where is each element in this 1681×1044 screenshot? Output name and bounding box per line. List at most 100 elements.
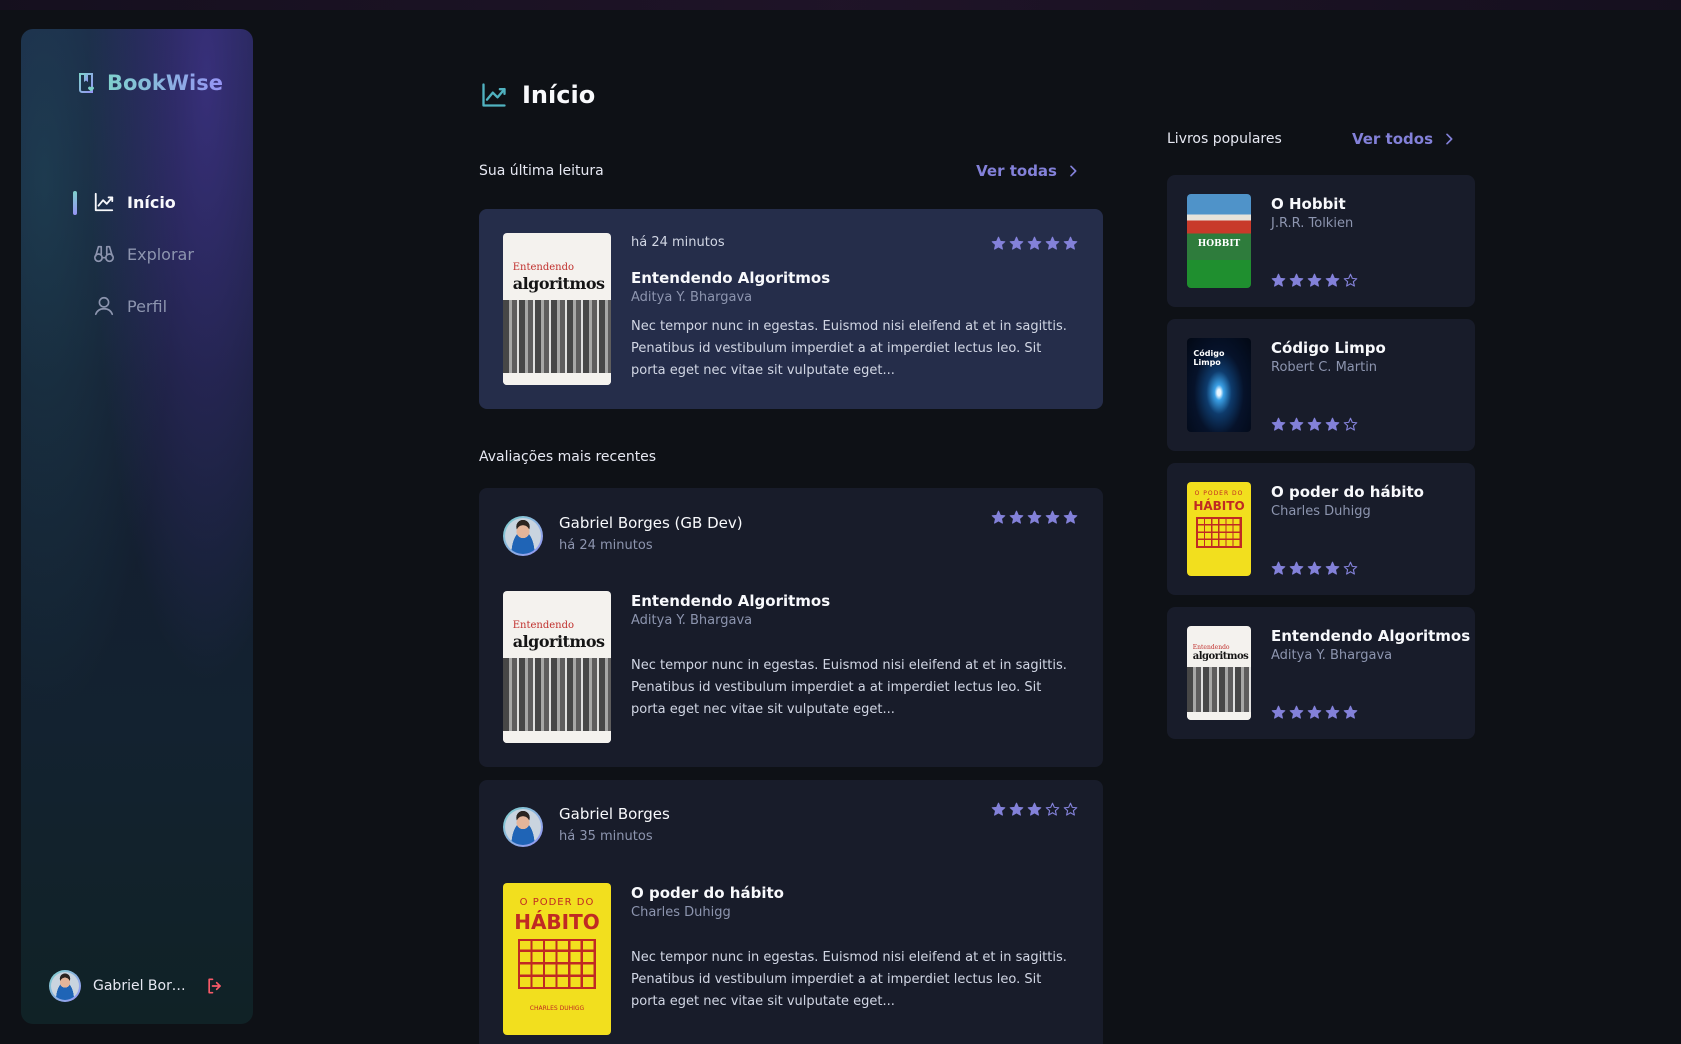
star-empty-icon <box>1045 802 1060 816</box>
popular-book-card[interactable]: HOBBIT O Hobbit J.R.R. Tolkien <box>1167 175 1475 307</box>
star-filled-icon <box>1325 273 1340 287</box>
book-author: J.R.R. Tolkien <box>1271 216 1354 231</box>
star-empty-icon <box>1343 273 1358 287</box>
logo[interactable]: BookWise <box>75 71 223 95</box>
book-cover[interactable]: Entendendo algoritmos <box>503 591 611 743</box>
rating-stars <box>1271 705 1358 720</box>
star-filled-icon <box>1289 561 1304 575</box>
book-cover: Código Limpo <box>1187 338 1251 432</box>
cover-title: Código Limpo <box>1193 349 1225 368</box>
star-filled-icon <box>991 802 1006 816</box>
popular-book-card[interactable]: Entendendo algoritmos Entendendo Algorit… <box>1167 607 1475 739</box>
star-filled-icon <box>1045 510 1060 524</box>
avatar[interactable] <box>503 807 543 847</box>
star-empty-icon <box>1343 417 1358 431</box>
star-filled-icon <box>1325 417 1340 431</box>
page-title-text: Início <box>522 81 596 109</box>
see-all-popular-link[interactable]: Ver todos <box>1352 130 1457 148</box>
star-filled-icon <box>1289 273 1304 287</box>
avatar[interactable] <box>503 516 543 556</box>
review-time: há 35 minutos <box>559 829 653 844</box>
star-filled-icon <box>1009 510 1024 524</box>
recent-reviews-label: Avaliações mais recentes <box>479 449 657 465</box>
sidebar-item-explorar[interactable]: Explorar <box>73 235 194 273</box>
star-filled-icon <box>1027 510 1042 524</box>
cover-title: HOBBIT <box>1197 239 1241 250</box>
review-user-name[interactable]: Gabriel Borges (GB Dev) <box>559 514 743 532</box>
star-empty-icon <box>1343 561 1358 575</box>
recent-reviews-header: Avaliações mais recentes <box>479 449 656 465</box>
star-filled-icon <box>1271 273 1286 287</box>
chart-line-up-icon <box>482 83 506 107</box>
top-glow <box>0 0 1681 10</box>
cover-line: HÁBITO <box>514 910 600 935</box>
last-reading-card[interactable]: Entendendo algoritmos há 24 minutos Ente… <box>479 209 1103 409</box>
rating-stars <box>991 236 1078 251</box>
avatar[interactable] <box>49 970 81 1002</box>
star-filled-icon <box>1325 705 1340 719</box>
last-reading-label: Sua última leitura <box>479 163 604 179</box>
star-filled-icon <box>1063 510 1078 524</box>
cover-line: HÁBITO <box>1193 498 1245 513</box>
rating-stars <box>991 802 1078 817</box>
chevron-right-icon <box>1446 133 1453 145</box>
sidebar-user[interactable]: Gabriel Borge... <box>49 970 225 1002</box>
book-title: O Hobbit <box>1271 195 1346 213</box>
book-cover: Entendendo algoritmos <box>1187 626 1251 720</box>
star-filled-icon <box>1289 417 1304 431</box>
book-heart-icon <box>79 73 94 93</box>
review-user-name[interactable]: Gabriel Borges <box>559 805 670 823</box>
link-label: Ver todos <box>1351 130 1433 148</box>
star-filled-icon <box>1271 705 1286 719</box>
rating-stars <box>1271 273 1358 288</box>
cover-title-small: Entendendo <box>1192 643 1230 651</box>
book-cover[interactable]: Entendendo algoritmos <box>503 233 611 385</box>
popular-book-card[interactable]: Código Limpo Código Limpo Robert C. Mart… <box>1167 319 1475 451</box>
book-title: Entendendo Algoritmos <box>1271 627 1471 645</box>
star-filled-icon <box>1271 417 1286 431</box>
star-filled-icon <box>1307 417 1322 431</box>
rating-stars <box>1271 417 1358 432</box>
star-filled-icon <box>1325 561 1340 575</box>
reading-time: há 24 minutos <box>631 235 725 250</box>
book-title[interactable]: O poder do hábito <box>631 884 784 902</box>
sidebar-item-perfil[interactable]: Perfil <box>73 287 194 325</box>
review-card: Gabriel Borges há 35 minutos O PODER DO … <box>479 780 1103 1044</box>
star-filled-icon <box>1063 236 1078 250</box>
book-author: Charles Duhigg <box>631 905 731 920</box>
review-description: Nec tempor nunc in egestas. Euismod nisi… <box>631 658 1067 717</box>
book-title: Código Limpo <box>1271 339 1386 357</box>
cover-title-big: algoritmos <box>1192 651 1249 663</box>
popular-books-label: Livros populares <box>1167 131 1282 147</box>
link-label: Ver todas <box>976 162 1057 180</box>
star-filled-icon <box>1027 802 1042 816</box>
review-card: Gabriel Borges (GB Dev) há 24 minutos En… <box>479 488 1103 767</box>
book-cover: HOBBIT <box>1187 194 1251 288</box>
star-filled-icon <box>1027 236 1042 250</box>
star-filled-icon <box>1271 561 1286 575</box>
cover-title-small: Entendendo <box>512 619 575 631</box>
sidebar-nav: Início Explorar Perfil <box>73 183 194 339</box>
book-author: Aditya Y. Bhargava <box>631 290 753 305</box>
star-filled-icon <box>1009 802 1024 816</box>
binoculars-icon <box>94 245 114 263</box>
rating-stars <box>1271 561 1358 576</box>
book-author: Charles Duhigg <box>1271 504 1371 519</box>
last-reading-header: Sua última leitura Ver todas <box>479 162 1089 180</box>
book-title: Entendendo Algoritmos <box>631 269 831 287</box>
sidebar: BookWise Início Explorar Perfil Gabriel … <box>21 29 253 1024</box>
logo-text: BookWise <box>107 71 223 95</box>
star-filled-icon <box>1307 273 1322 287</box>
star-filled-icon <box>1045 236 1060 250</box>
book-title[interactable]: Entendendo Algoritmos <box>631 592 830 610</box>
star-filled-icon <box>1343 705 1358 719</box>
cover-line: O PODER DO <box>1194 490 1244 498</box>
popular-book-card[interactable]: O PODER DO HÁBITO O poder do hábito Char… <box>1167 463 1475 595</box>
sign-out-icon[interactable] <box>205 976 225 996</box>
see-all-readings-link[interactable]: Ver todas <box>976 162 1081 180</box>
book-cover[interactable]: O PODER DO HÁBITO CHARLES DUHIGG <box>503 883 611 1035</box>
sidebar-item-inicio[interactable]: Início <box>73 183 194 221</box>
book-author: Robert C. Martin <box>1271 360 1378 375</box>
sidebar-item-label: Perfil <box>127 296 168 316</box>
star-filled-icon <box>1307 705 1322 719</box>
